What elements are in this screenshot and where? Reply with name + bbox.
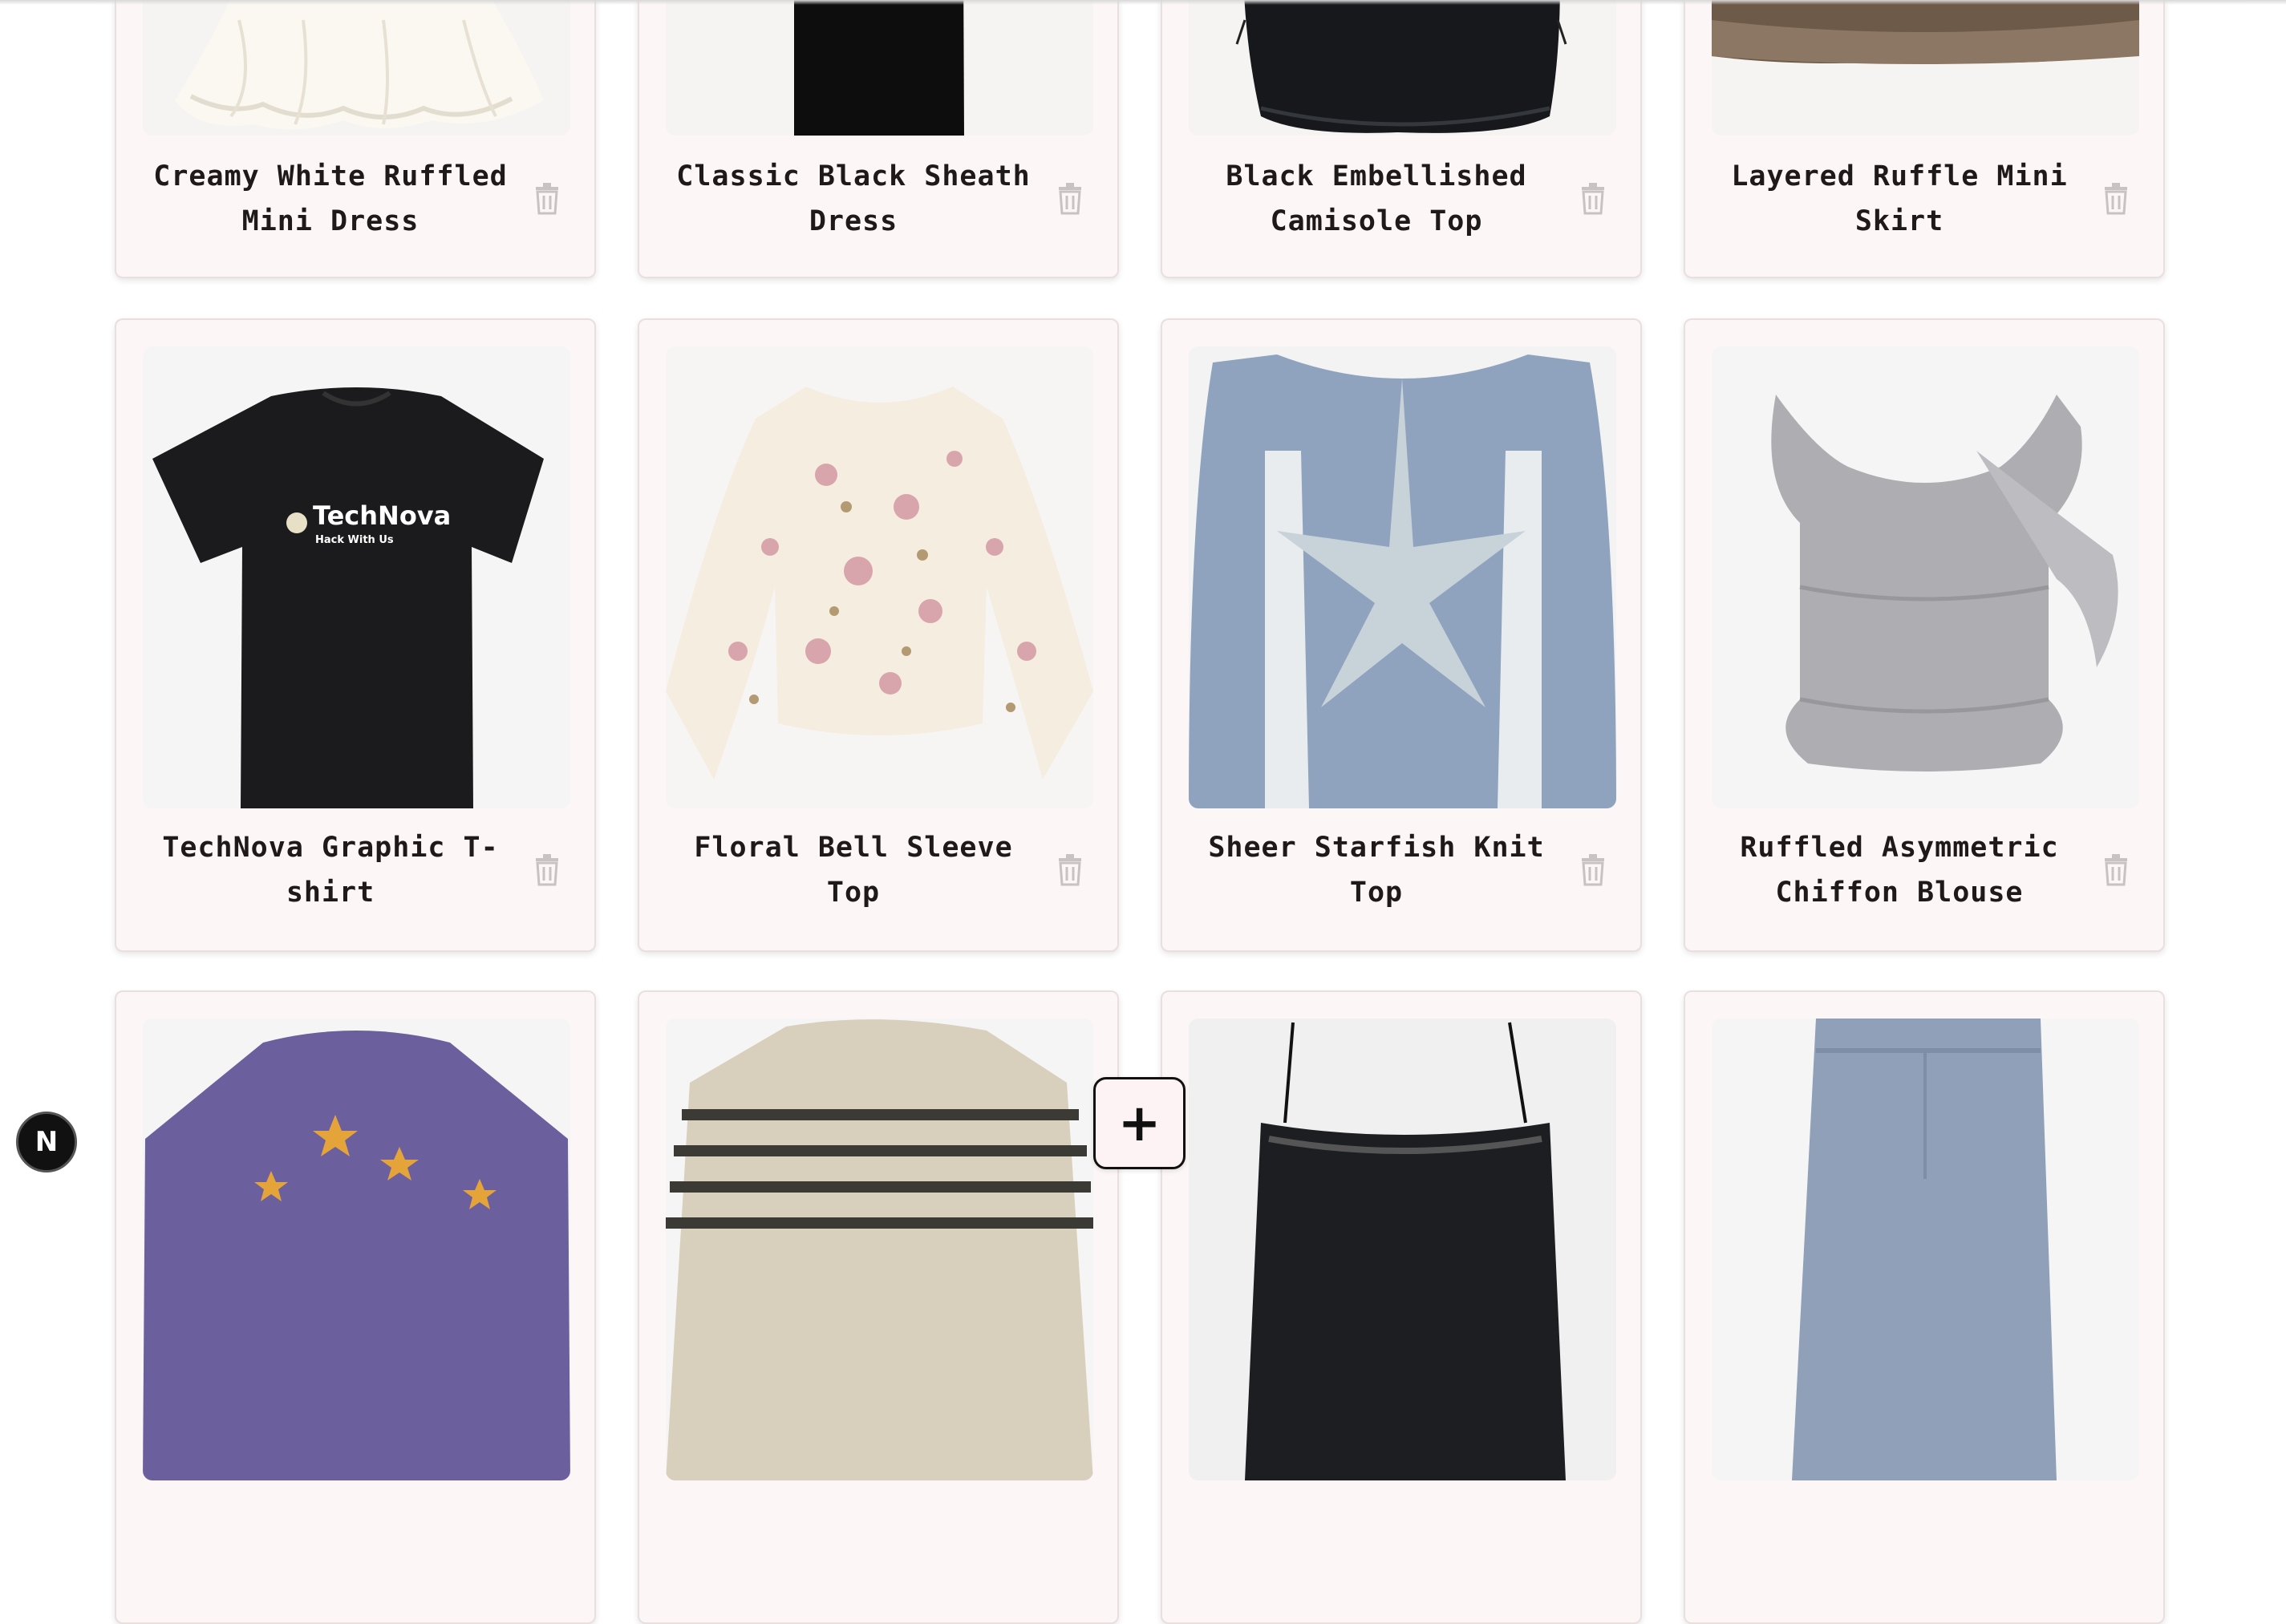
clothing-image[interactable] <box>666 1019 1093 1480</box>
clothing-image[interactable] <box>1189 1019 1616 1480</box>
add-item-button[interactable]: + <box>1093 1077 1186 1169</box>
clothing-card[interactable]: Sheer Starfish Knit Top <box>1161 318 1642 952</box>
clothing-image[interactable]: TechNova Hack With Us <box>143 346 570 808</box>
clothing-card[interactable]: Layered Ruffle Mini Skirt <box>1684 0 2165 278</box>
clothing-image[interactable] <box>1712 0 2139 136</box>
trash-icon[interactable] <box>2102 854 2130 886</box>
clothing-image[interactable] <box>666 0 1093 136</box>
clothing-card[interactable]: Creamy White Ruffled Mini Dress <box>115 0 596 278</box>
clothing-card[interactable]: Classic Black Sheath Dress <box>638 0 1119 278</box>
clothing-title: Ruffled Asymmetric Chiffon Blouse <box>1740 832 2059 909</box>
clothing-card[interactable]: Black Embellished Camisole Top <box>1161 0 1642 278</box>
clothing-image[interactable] <box>1712 1019 2139 1480</box>
clothing-title: Creamy White Ruffled Mini Dress <box>153 160 508 237</box>
tshirt-print: TechNova <box>313 500 451 531</box>
clothing-image[interactable] <box>666 346 1093 808</box>
next-dev-badge[interactable]: N <box>16 1112 77 1172</box>
clothing-title: Floral Bell Sleeve Top <box>694 832 1013 909</box>
clothing-image[interactable] <box>143 0 570 136</box>
trash-icon[interactable] <box>1579 854 1607 886</box>
tshirt-print-sub: Hack With Us <box>315 534 394 546</box>
trash-icon[interactable] <box>533 854 561 886</box>
clothing-card[interactable] <box>1161 990 1642 1624</box>
clothing-image[interactable] <box>1189 346 1616 808</box>
clothing-title: Black Embellished Camisole Top <box>1226 160 1527 237</box>
trash-icon[interactable] <box>533 183 561 215</box>
clothing-image[interactable] <box>1189 0 1616 136</box>
clothing-title: Sheer Starfish Knit Top <box>1208 832 1545 909</box>
clothing-image[interactable] <box>143 1019 570 1480</box>
clothing-title: TechNova Graphic T-shirt <box>162 832 499 909</box>
clothing-image[interactable] <box>1712 346 2139 808</box>
trash-icon[interactable] <box>1056 854 1084 886</box>
clothing-card[interactable] <box>638 990 1119 1624</box>
trash-icon[interactable] <box>1056 183 1084 215</box>
trash-icon[interactable] <box>1579 183 1607 215</box>
clothing-card[interactable]: TechNova Hack With Us TechNova Graphic T… <box>115 318 596 952</box>
clothing-title: Classic Black Sheath Dress <box>676 160 1031 237</box>
clothing-card[interactable]: Floral Bell Sleeve Top <box>638 318 1119 952</box>
clothing-title: Layered Ruffle Mini Skirt <box>1731 160 2068 237</box>
header-shadow <box>0 0 2286 5</box>
clothing-card[interactable] <box>115 990 596 1624</box>
trash-icon[interactable] <box>2102 183 2130 215</box>
clothing-card[interactable] <box>1684 990 2165 1624</box>
clothing-card[interactable]: Ruffled Asymmetric Chiffon Blouse <box>1684 318 2165 952</box>
wardrobe-grid: Creamy White Ruffled Mini Dress Classic … <box>0 0 2286 1624</box>
